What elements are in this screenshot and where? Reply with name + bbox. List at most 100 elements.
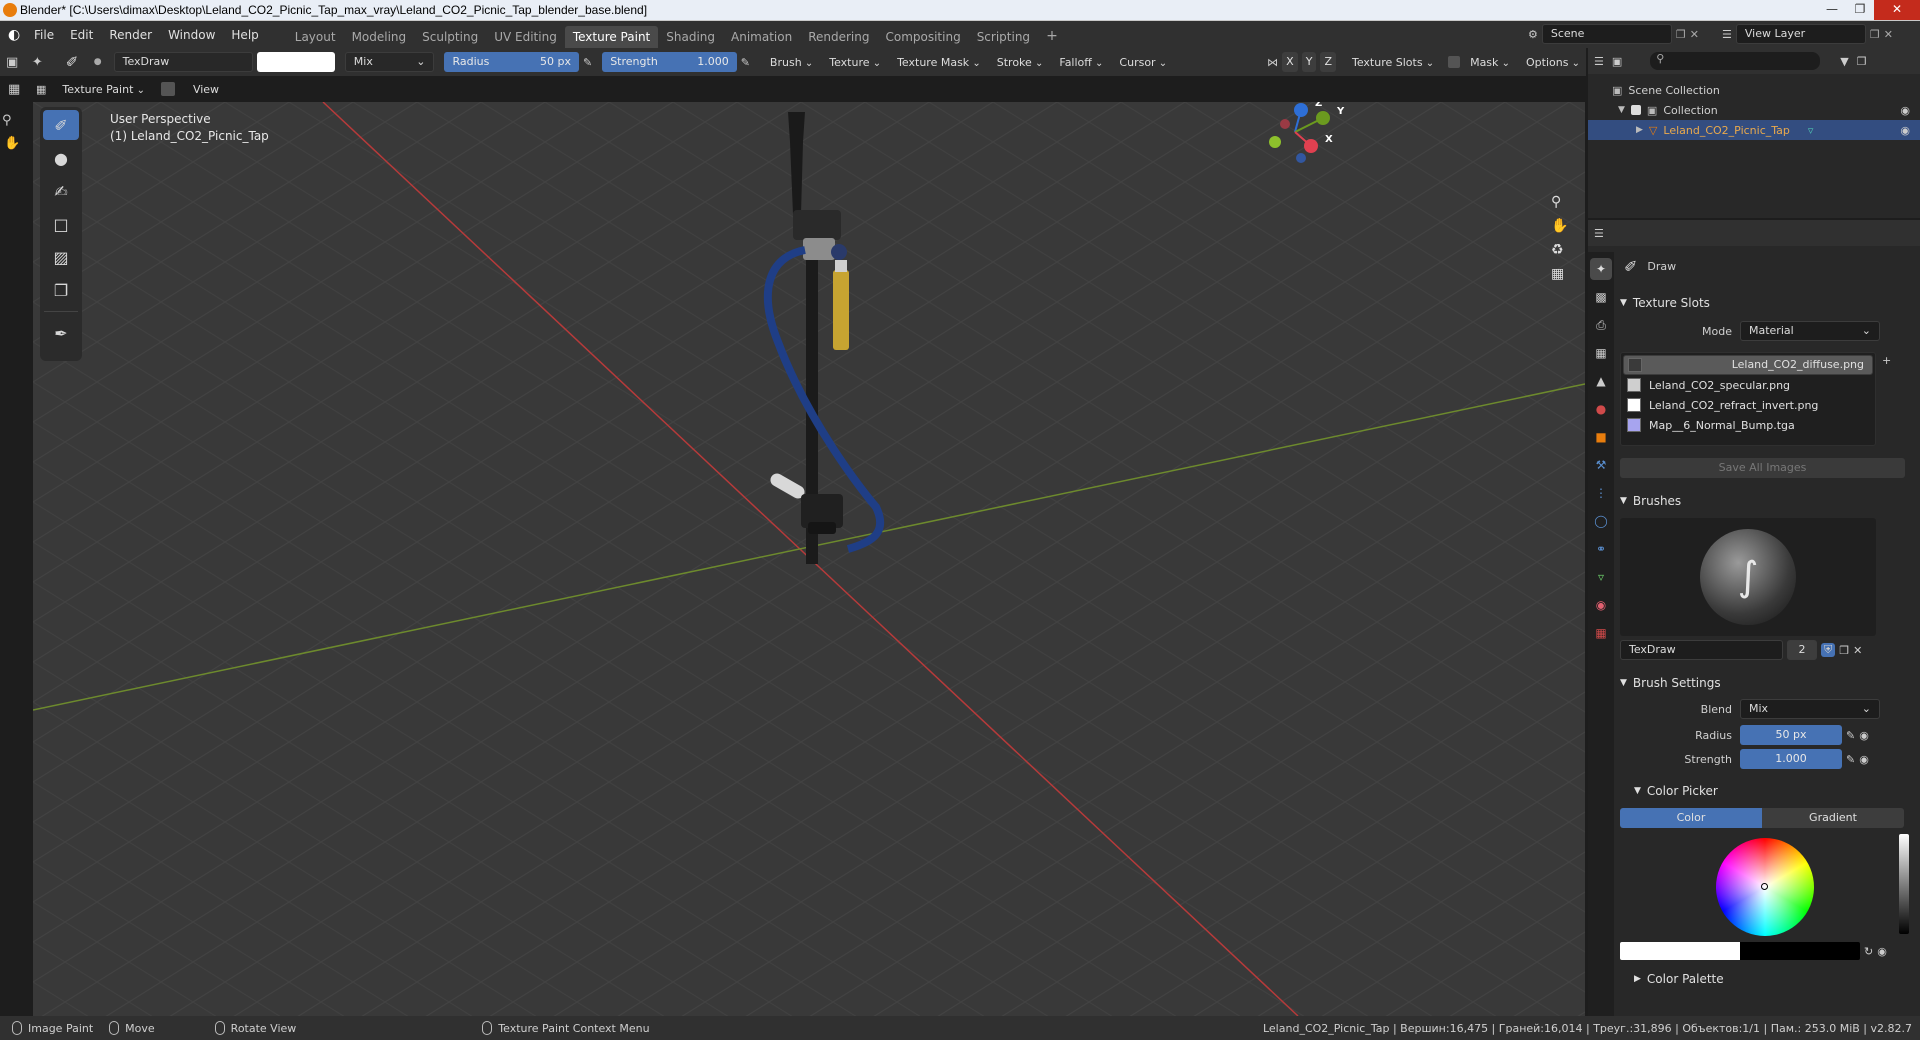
brush-name-field[interactable]: TexDraw	[1620, 640, 1783, 660]
tab-layout[interactable]: Layout	[287, 26, 344, 48]
radius-pressure-icon[interactable]: ✎	[583, 56, 592, 69]
blender-menu-icon[interactable]: ◐	[8, 27, 26, 43]
tab-scripting[interactable]: Scripting	[969, 26, 1038, 48]
delete-scene-icon[interactable]: ✕	[1690, 28, 1699, 41]
symmetry-z-toggle[interactable]: Z	[1320, 52, 1336, 72]
brush-preview[interactable]: ∫	[1620, 518, 1876, 636]
constraints-tab-icon[interactable]: ⚭	[1590, 538, 1612, 560]
world-tab-icon[interactable]: ●	[1590, 398, 1612, 420]
delete-view-layer-icon[interactable]: ✕	[1884, 28, 1893, 41]
minimize-button[interactable]: —	[1818, 0, 1846, 20]
view-layer-icon[interactable]: ☰	[1722, 28, 1732, 41]
texture-menu[interactable]: Texture	[823, 56, 887, 69]
swap-colors-icon[interactable]: ↻	[1864, 945, 1873, 958]
brush-color-swatch[interactable]	[257, 52, 335, 72]
object-visibility-icon[interactable]: ◉	[1900, 124, 1910, 137]
primary-secondary-color-swatch[interactable]	[1620, 942, 1860, 960]
data-tab-icon[interactable]: ▿	[1590, 566, 1612, 588]
fill-tool-icon[interactable]: ▨	[43, 242, 79, 272]
add-workspace-icon[interactable]: +	[1038, 24, 1066, 48]
zoom-icon[interactable]: ⚲	[1551, 194, 1568, 210]
collapse-arrow-icon[interactable]: ▼	[1618, 105, 1625, 115]
menu-file[interactable]: File	[26, 28, 62, 42]
gizmo-z-axis[interactable]	[1294, 103, 1308, 117]
texture-slot-item[interactable]: Leland_CO2_diffuse.png	[1623, 355, 1873, 375]
blend-select[interactable]: Mix ⌄	[1740, 699, 1880, 719]
view-layer-field[interactable]: View Layer	[1735, 24, 1866, 44]
strength-slider[interactable]: 1.000	[1740, 749, 1842, 769]
brush-menu[interactable]: Brush	[764, 56, 819, 69]
gradient-tab[interactable]: Gradient	[1762, 808, 1904, 828]
object-tab-icon[interactable]: ■	[1590, 426, 1612, 448]
mask-tool-icon[interactable]: ❐	[43, 275, 79, 305]
blend-mode-select[interactable]: Mix ⌄	[344, 52, 435, 72]
collection-visibility-icon[interactable]: ◉	[1900, 104, 1910, 117]
material-tab-icon[interactable]: ◉	[1590, 594, 1612, 616]
gizmo-neg-y[interactable]	[1269, 136, 1281, 148]
grid-tools-icon[interactable]: ▦	[8, 82, 32, 97]
gizmo-neg-z[interactable]	[1296, 153, 1306, 163]
tab-animation[interactable]: Animation	[723, 26, 800, 48]
cursor-menu[interactable]: Cursor	[1113, 56, 1173, 69]
brush-users-count[interactable]: 2	[1787, 640, 1817, 660]
menu-help[interactable]: Help	[223, 28, 266, 42]
color-pressure-icon[interactable]: ◉	[1877, 945, 1887, 958]
new-collection-icon[interactable]: ❐	[1857, 55, 1867, 68]
outliner-editor-icon[interactable]: ☰	[1594, 55, 1604, 68]
brushes-section-header[interactable]: ▼ Brushes	[1620, 488, 1916, 514]
tab-sculpting[interactable]: Sculpting	[414, 26, 486, 48]
brush-settings-section-header[interactable]: ▼ Brush Settings	[1620, 670, 1916, 696]
stroke-menu[interactable]: Stroke	[991, 56, 1050, 69]
modifier-tab-icon[interactable]: ⚒	[1590, 454, 1612, 476]
radius-pressure-icon[interactable]: ✎	[1846, 729, 1855, 742]
zoom-tool-icon[interactable]: ⚲	[2, 113, 32, 128]
texture-slot-item[interactable]: Leland_CO2_specular.png	[1623, 375, 1873, 395]
radius-slider[interactable]: Radius 50 px	[444, 52, 579, 72]
maximize-button[interactable]: ❐	[1846, 0, 1874, 20]
smear-tool-icon[interactable]: ✍	[43, 176, 79, 206]
fake-user-icon[interactable]: ⛨	[1821, 643, 1836, 657]
texture-tab-icon[interactable]: ▦	[1590, 622, 1612, 644]
radius-slider[interactable]: 50 px	[1740, 725, 1842, 745]
menu-edit[interactable]: Edit	[62, 28, 101, 42]
gizmo-x-axis[interactable]	[1304, 139, 1318, 153]
texture-mask-menu[interactable]: Texture Mask	[891, 56, 987, 69]
view-layer-tab-icon[interactable]: ▦	[1590, 342, 1612, 364]
value-slider[interactable]	[1899, 834, 1909, 934]
scene-icon[interactable]: ⚙	[1528, 28, 1538, 41]
brush-name-field[interactable]: TexDraw	[113, 52, 254, 72]
strength-pressure-icon[interactable]: ✎	[741, 56, 750, 69]
strength-slider[interactable]: Strength 1.000	[602, 52, 737, 72]
outliner-collection[interactable]: ▼ ▣ Collection ◉	[1588, 100, 1920, 120]
tool-tab-icon[interactable]: ✦	[1590, 258, 1612, 280]
paint-mask-icon[interactable]	[160, 82, 175, 96]
menu-render[interactable]: Render	[101, 28, 160, 42]
scene-field[interactable]: Scene	[1541, 24, 1672, 44]
menu-window[interactable]: Window	[160, 28, 223, 42]
pan-icon[interactable]: ✋	[1551, 218, 1568, 234]
mode-select[interactable]: Texture Paint	[56, 83, 151, 96]
color-picker-section-header[interactable]: ▼ Color Picker	[1620, 778, 1916, 804]
color-tab[interactable]: Color	[1620, 808, 1762, 828]
save-all-images-button[interactable]: Save All Images	[1620, 458, 1905, 478]
texture-slots-menu[interactable]: Texture Slots	[1346, 56, 1440, 69]
pan-tool-icon[interactable]: ✋	[4, 136, 32, 151]
output-tab-icon[interactable]: ⎙	[1590, 314, 1612, 336]
outliner-object-row[interactable]: ▶ ▽ Leland_CO2_Picnic_Tap ▿ ◉	[1588, 120, 1920, 140]
color-wheel[interactable]	[1716, 838, 1814, 936]
editor-type-icon[interactable]: ▣	[6, 55, 28, 70]
brush-tool-icon[interactable]: ✐	[66, 53, 90, 71]
filter-icon[interactable]: ▼	[1840, 55, 1848, 68]
tab-modeling[interactable]: Modeling	[344, 26, 415, 48]
texture-slot-item[interactable]: Leland_CO2_refract_invert.png	[1623, 395, 1873, 415]
mask-checkbox[interactable]	[1448, 56, 1461, 68]
new-view-layer-icon[interactable]: ❐	[1870, 28, 1880, 41]
texture-slot-item[interactable]: Map__6_Normal_Bump.tga	[1623, 415, 1873, 435]
symmetry-x-toggle[interactable]: X	[1282, 52, 1298, 72]
view-menu[interactable]: View	[193, 83, 219, 96]
close-button[interactable]: ✕	[1874, 0, 1920, 20]
expand-arrow-icon[interactable]: ▶	[1636, 125, 1643, 135]
3d-viewport[interactable]: User Perspective (1) Leland_CO2_Picnic_T…	[33, 102, 1585, 1016]
display-mode-icon[interactable]: ▣	[1612, 55, 1622, 68]
gizmo-y-axis[interactable]	[1316, 111, 1330, 125]
